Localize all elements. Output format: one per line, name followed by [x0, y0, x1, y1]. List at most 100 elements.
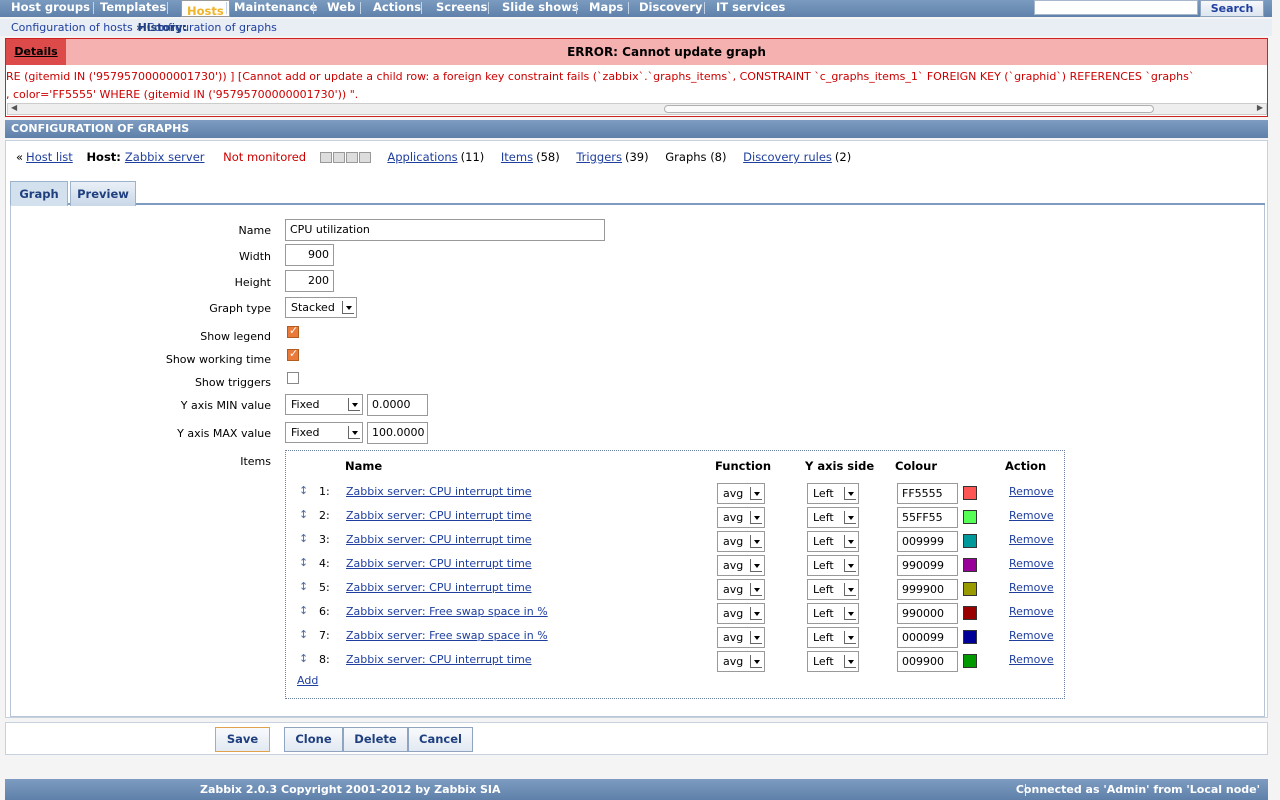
item-name-link[interactable]: Zabbix server: CPU interrupt time [346, 509, 532, 522]
colour-swatch[interactable] [963, 534, 977, 548]
colour-input[interactable]: 999900 [897, 579, 958, 600]
drag-handle-icon[interactable]: ↕ [299, 508, 308, 521]
function-select[interactable]: avg [717, 507, 765, 528]
function-select[interactable]: avg [717, 603, 765, 624]
remove-item-link[interactable]: Remove [1009, 485, 1054, 498]
error-horizontal-scrollbar[interactable]: ◀ ▶ [7, 103, 1267, 115]
function-select[interactable]: avg [717, 627, 765, 648]
colour-input[interactable]: 990099 [897, 555, 958, 576]
drag-handle-icon[interactable]: ↕ [299, 580, 308, 593]
search-button[interactable]: Search [1200, 0, 1264, 17]
remove-item-link[interactable]: Remove [1009, 581, 1054, 594]
show-working-time-checkbox[interactable] [287, 347, 299, 361]
menu-it-services[interactable]: IT services [716, 0, 785, 17]
remove-item-link[interactable]: Remove [1009, 509, 1054, 522]
drag-handle-icon[interactable]: ↕ [299, 484, 308, 497]
drag-handle-icon[interactable]: ↕ [299, 652, 308, 665]
colour-swatch[interactable] [963, 606, 977, 620]
menu-screens[interactable]: Screens [436, 0, 487, 17]
colour-swatch[interactable] [963, 654, 977, 668]
colour-swatch[interactable] [963, 630, 977, 644]
cancel-button[interactable]: Cancel [408, 727, 473, 752]
remove-item-link[interactable]: Remove [1009, 629, 1054, 642]
menu-hosts[interactable]: Hosts [181, 0, 230, 18]
name-input[interactable]: CPU utilization [285, 219, 605, 241]
drag-handle-icon[interactable]: ↕ [299, 604, 308, 617]
y-axis-side-select[interactable]: Left [807, 627, 859, 648]
clone-button[interactable]: Clone [284, 727, 343, 752]
item-name-link[interactable]: Zabbix server: CPU interrupt time [346, 485, 532, 498]
drag-handle-icon[interactable]: ↕ [299, 628, 308, 641]
menu-slide-shows[interactable]: Slide shows [502, 0, 579, 17]
remove-item-link[interactable]: Remove [1009, 653, 1054, 666]
function-select[interactable]: avg [717, 651, 765, 672]
y-axis-side-select[interactable]: Left [807, 531, 859, 552]
y-axis-side-select[interactable]: Left [807, 483, 859, 504]
host-name-link[interactable]: Zabbix server [125, 150, 205, 164]
menu-actions[interactable]: Actions [373, 0, 421, 17]
delete-button[interactable]: Delete [343, 727, 408, 752]
y-axis-side-select[interactable]: Left [807, 651, 859, 672]
remove-item-link[interactable]: Remove [1009, 605, 1054, 618]
item-name-link[interactable]: Zabbix server: Free swap space in % [346, 605, 548, 618]
remove-item-link[interactable]: Remove [1009, 533, 1054, 546]
scroll-left-icon[interactable]: ◀ [11, 103, 17, 112]
menu-discovery[interactable]: Discovery [639, 0, 703, 17]
colour-swatch[interactable] [963, 558, 977, 572]
colour-swatch[interactable] [963, 486, 977, 500]
height-input[interactable]: 200 [285, 270, 334, 292]
show-triggers-checkbox[interactable] [287, 372, 299, 384]
colour-input[interactable]: 990000 [897, 603, 958, 624]
menu-web[interactable]: Web [327, 0, 355, 17]
item-name-link[interactable]: Zabbix server: CPU interrupt time [346, 581, 532, 594]
function-select[interactable]: avg [717, 531, 765, 552]
add-item-link[interactable]: Add [297, 674, 318, 687]
y-max-input[interactable]: 100.0000 [367, 422, 428, 444]
colour-input[interactable]: 009999 [897, 531, 958, 552]
item-name-link[interactable]: Zabbix server: CPU interrupt time [346, 653, 532, 666]
colour-swatch[interactable] [963, 582, 977, 596]
colour-input[interactable]: 000099 [897, 627, 958, 648]
function-select[interactable]: avg [717, 483, 765, 504]
item-name-link[interactable]: Zabbix server: CPU interrupt time [346, 533, 532, 546]
chevron-down-icon [348, 398, 360, 411]
graph-type-select[interactable]: Stacked [285, 297, 357, 318]
show-legend-checkbox[interactable] [287, 324, 299, 338]
save-button[interactable]: Save [215, 727, 270, 752]
y-axis-side-select[interactable]: Left [807, 579, 859, 600]
items-link[interactable]: Items [501, 150, 533, 164]
item-name-link[interactable]: Zabbix server: CPU interrupt time [346, 557, 532, 570]
width-input[interactable]: 900 [285, 244, 334, 266]
colour-input[interactable]: 55FF55 [897, 507, 958, 528]
y-axis-side-select[interactable]: Left [807, 603, 859, 624]
search-input[interactable] [1034, 0, 1198, 15]
menu-maintenance[interactable]: Maintenance [234, 0, 317, 17]
menu-maps[interactable]: Maps [589, 0, 623, 17]
page-scrollbar[interactable] [1272, 0, 1280, 800]
menu-templates[interactable]: Templates [100, 0, 166, 17]
tab-graph[interactable]: Graph [10, 181, 68, 206]
function-select[interactable]: avg [717, 555, 765, 576]
discovery-rules-link[interactable]: Discovery rules [743, 150, 832, 164]
y-min-type-select[interactable]: Fixed [285, 394, 363, 415]
colour-input[interactable]: 009900 [897, 651, 958, 672]
y-min-input[interactable]: 0.0000 [367, 394, 428, 416]
menu-host-groups[interactable]: Host groups [11, 0, 90, 17]
triggers-link[interactable]: Triggers [576, 150, 622, 164]
error-details-button[interactable]: Details [6, 39, 66, 65]
scroll-thumb[interactable] [664, 105, 1154, 113]
host-list-link[interactable]: Host list [26, 150, 73, 164]
y-axis-side-select[interactable]: Left [807, 507, 859, 528]
drag-handle-icon[interactable]: ↕ [299, 556, 308, 569]
applications-link[interactable]: Applications [387, 150, 457, 164]
y-axis-side-select[interactable]: Left [807, 555, 859, 576]
y-max-type-select[interactable]: Fixed [285, 422, 363, 443]
colour-input[interactable]: FF5555 [897, 483, 958, 504]
scroll-right-icon[interactable]: ▶ [1257, 103, 1263, 112]
tab-preview[interactable]: Preview [70, 181, 136, 206]
remove-item-link[interactable]: Remove [1009, 557, 1054, 570]
function-select[interactable]: avg [717, 579, 765, 600]
drag-handle-icon[interactable]: ↕ [299, 532, 308, 545]
colour-swatch[interactable] [963, 510, 977, 524]
item-name-link[interactable]: Zabbix server: Free swap space in % [346, 629, 548, 642]
